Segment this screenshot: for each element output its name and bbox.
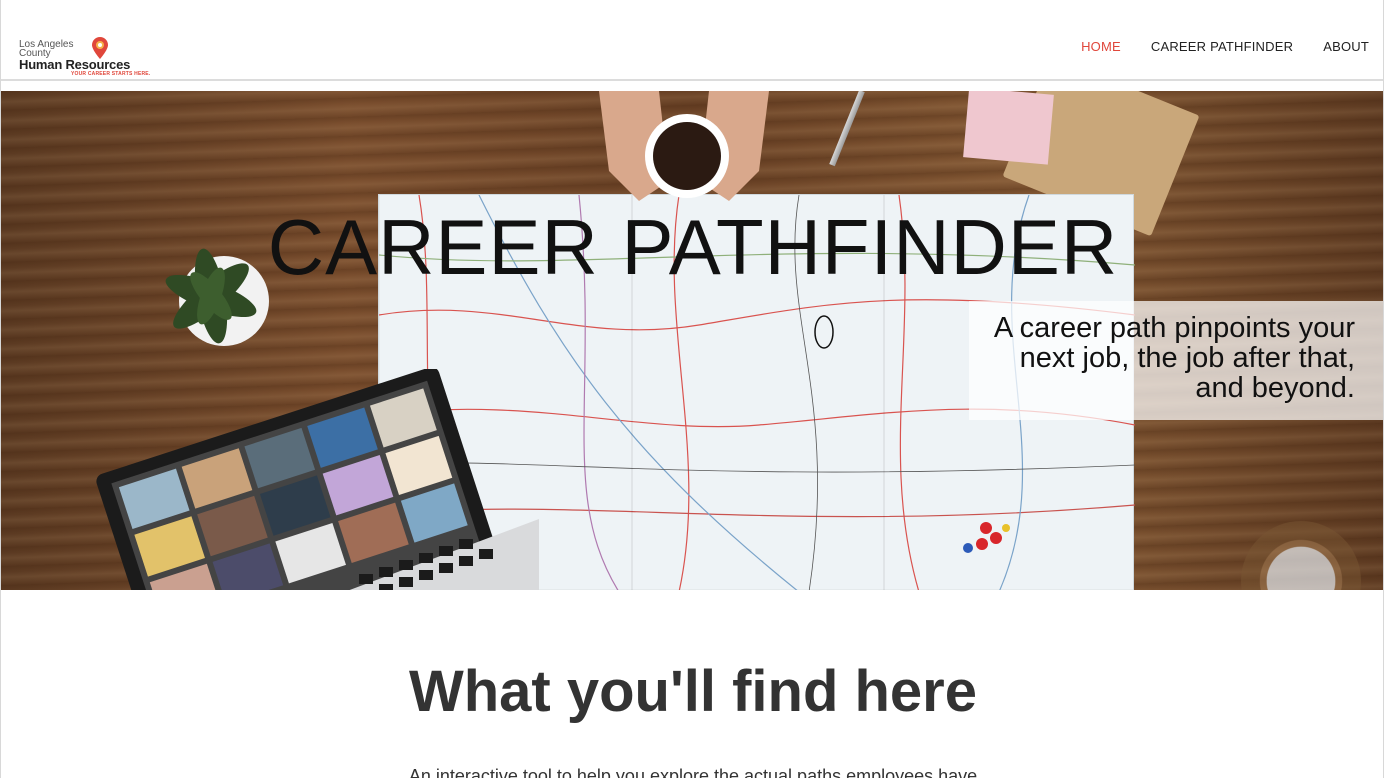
pen-decoration <box>829 91 865 167</box>
hero-tagline-line-2: next job, the job after that, <box>1019 342 1355 374</box>
page: Los Angeles County Human Resources YOUR … <box>0 0 1384 778</box>
section-intro-text: An interactive tool to help you explore … <box>408 766 978 778</box>
site-header: Los Angeles County Human Resources YOUR … <box>1 0 1383 81</box>
hero-tagline-box: A career path pinpoints your next job, t… <box>969 301 1383 420</box>
hero-tagline-line-3: and beyond. <box>1195 372 1355 404</box>
push-pins-image <box>963 522 1010 553</box>
nav-about-link[interactable]: ABOUT <box>1323 38 1369 56</box>
main-nav: HOME CAREER PATHFINDER ABOUT <box>1081 38 1369 56</box>
location-pin-icon <box>92 37 108 59</box>
notepad-decoration <box>963 91 1054 165</box>
hero-tagline-line-1: A career path pinpoints your <box>993 312 1355 344</box>
logo-tagline: YOUR CAREER STARTS HERE. <box>71 71 151 77</box>
hero-title: CAREER PATHFINDER <box>267 203 1119 291</box>
la-county-hr-logo[interactable]: Los Angeles County Human Resources YOUR … <box>19 37 151 77</box>
nav-career-pathfinder-link[interactable]: CAREER PATHFINDER <box>1151 38 1293 56</box>
nav-home-link[interactable]: HOME <box>1081 38 1121 56</box>
hero-banner: CAREER PATHFINDER A career path pinpoint… <box>1 91 1383 590</box>
section-title: What you'll find here <box>408 659 978 724</box>
water-glass-image <box>1241 521 1361 590</box>
logo-line-human-resources: Human Resources <box>19 57 131 72</box>
laptop-image <box>96 369 539 590</box>
